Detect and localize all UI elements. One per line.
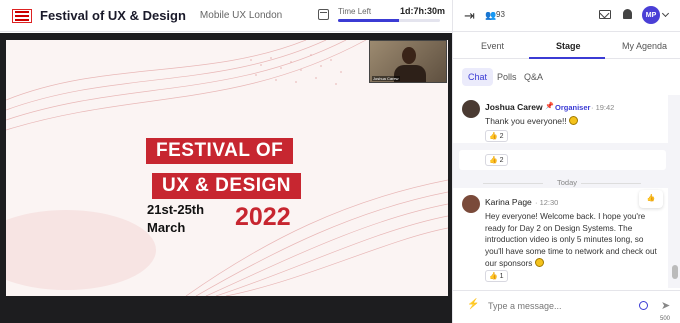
smile-emoji-icon xyxy=(534,257,544,267)
message-time: · 19:42 xyxy=(591,103,615,112)
reaction-count: 2 xyxy=(499,133,504,140)
people-count: 93 xyxy=(496,10,505,19)
app-root: Festival of UX & Design Mobile UX London… xyxy=(0,0,680,323)
time-left-progress xyxy=(338,19,440,22)
pin-icon: 📌 xyxy=(545,103,554,110)
tab-my-agenda[interactable]: My Agenda xyxy=(622,41,667,51)
speaker-video-thumbnail[interactable]: Joshua Carew xyxy=(369,40,447,83)
date-separator: Today xyxy=(453,178,680,187)
message-text: Thank you everyone!! xyxy=(485,116,579,126)
chevron-down-icon[interactable] xyxy=(661,9,670,18)
bell-icon[interactable] xyxy=(623,9,632,19)
event-title: Festival of UX & Design xyxy=(40,8,186,23)
mail-icon[interactable] xyxy=(599,10,611,19)
side-panel-header: ⇥ 👥 93 MP xyxy=(453,0,680,32)
speaker-head xyxy=(402,47,416,64)
message-input[interactable] xyxy=(488,299,638,313)
reaction-thumbs-up[interactable]: 👍 2 xyxy=(485,154,508,166)
slide-headline-line1: FESTIVAL OF xyxy=(146,138,294,164)
slide-year: 2022 xyxy=(235,203,291,231)
subtab-chat[interactable]: Chat xyxy=(462,68,494,86)
speaker-name-tag: Joshua Carew xyxy=(372,76,400,81)
time-left-label: Time Left xyxy=(338,7,372,16)
char-limit: 500 xyxy=(660,316,671,322)
active-tab-underline xyxy=(529,57,605,59)
chat-messages[interactable]: Joshua Carew 📌 Organiser · 19:42 Thank y… xyxy=(453,95,680,288)
chat-message: Joshua Carew 📌 Organiser · 19:42 Thank y… xyxy=(453,95,668,143)
event-logo xyxy=(12,8,32,23)
emoji-icon[interactable] xyxy=(639,301,648,310)
message-time: · 12:30 xyxy=(535,198,559,207)
like-button[interactable]: 👍 xyxy=(639,190,663,208)
slide-dates-line1: 21st-25th xyxy=(147,202,205,217)
message-composer: ⚡ ➤ 500 xyxy=(453,290,680,323)
reaction-count: 2 xyxy=(499,157,504,164)
stage-video-area: FESTIVAL OF UX & DESIGN 21st-25th March … xyxy=(0,33,452,323)
organiser-badge: Organiser xyxy=(555,103,591,112)
top-header: Festival of UX & Design Mobile UX London… xyxy=(0,0,452,32)
subtab-qa[interactable]: Q&A xyxy=(524,72,543,82)
presentation-slide: FESTIVAL OF UX & DESIGN 21st-25th March … xyxy=(6,40,448,296)
stage-subtabs: Chat Polls Q&A xyxy=(453,60,680,95)
slide-dates-line2: March xyxy=(147,220,186,235)
message-author[interactable]: Karina Page xyxy=(485,197,532,207)
time-left-value: 1d:7h:30m xyxy=(400,6,446,16)
send-icon[interactable]: ➤ xyxy=(661,299,670,312)
user-avatar[interactable]: MP xyxy=(642,6,660,24)
reaction-thumbs-up[interactable]: 👍 1 xyxy=(485,270,508,282)
calendar-icon[interactable] xyxy=(318,9,329,20)
reaction-thumbs-up[interactable]: 👍 2 xyxy=(485,130,508,142)
tab-event[interactable]: Event xyxy=(481,41,504,51)
panel-tabs: Event Stage My Agenda xyxy=(453,33,680,59)
people-icon[interactable]: 👥 xyxy=(485,10,496,21)
message-text: Hey everyone! Welcome back. I hope you'r… xyxy=(485,211,663,270)
avatar xyxy=(462,100,480,118)
subtab-polls[interactable]: Polls xyxy=(497,72,517,82)
organizer-name[interactable]: Mobile UX London xyxy=(200,10,282,21)
expand-right-icon[interactable]: ⇥ xyxy=(464,8,475,24)
smile-emoji-icon xyxy=(569,116,579,125)
message-text-content: Thank you everyone!! xyxy=(485,116,567,126)
side-panel: ⇥ 👥 93 MP Event Stage My Agenda Chat Pol… xyxy=(452,0,680,323)
slide-headline-line2: UX & DESIGN xyxy=(152,173,302,199)
chat-message: 👍 2 xyxy=(459,150,666,170)
lightning-icon[interactable]: ⚡ xyxy=(467,299,479,310)
reaction-count: 1 xyxy=(499,273,504,280)
message-author[interactable]: Joshua Carew xyxy=(485,102,543,112)
time-left-progress-fill xyxy=(338,19,400,22)
avatar xyxy=(462,195,480,213)
chat-message: Karina Page · 12:30 Hey everyone! Welcom… xyxy=(453,188,668,288)
tab-stage[interactable]: Stage xyxy=(556,41,581,51)
chat-scrollbar[interactable] xyxy=(672,265,678,279)
message-text-content: Hey everyone! Welcome back. I hope you'r… xyxy=(485,212,657,268)
